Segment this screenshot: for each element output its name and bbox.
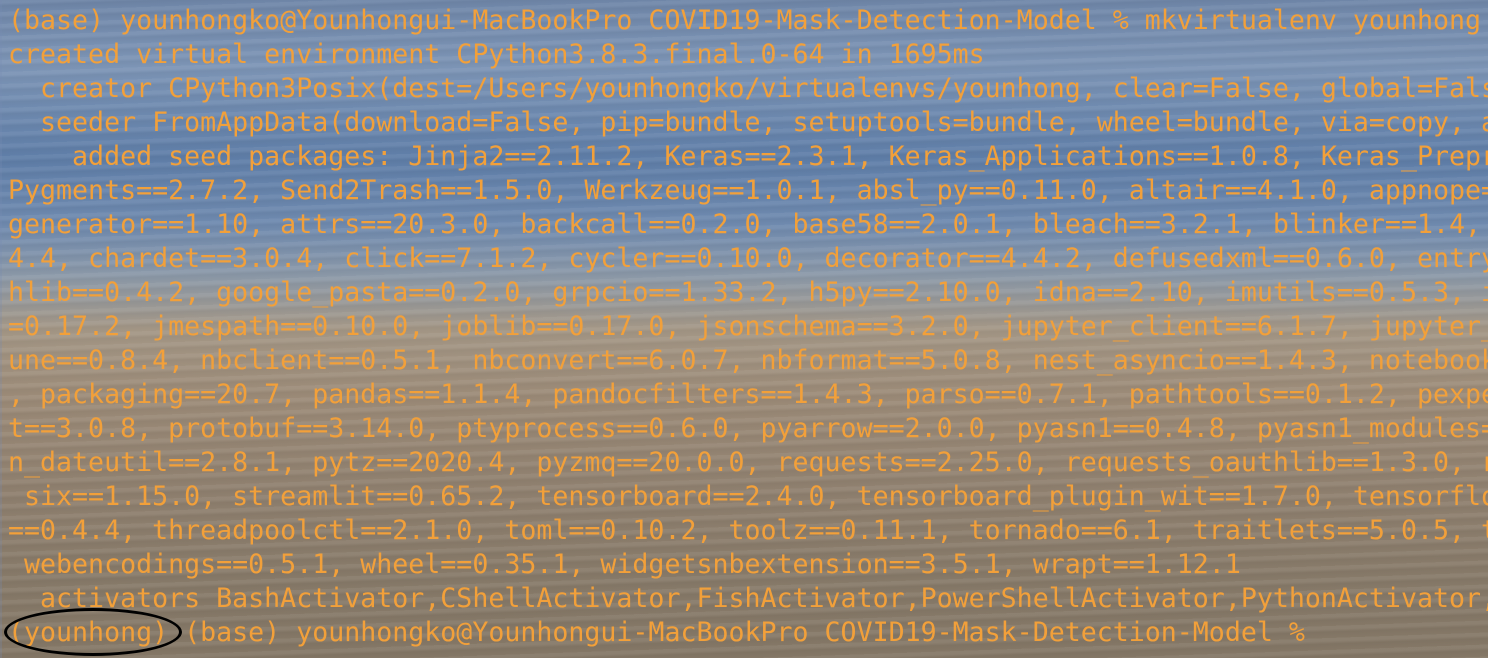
terminal-line: activators BashActivator,CShellActivator… [8, 583, 1488, 614]
terminal-line: 4.4, chardet==3.0.4, click==7.1.2, cycle… [8, 243, 1488, 274]
terminal-line: t==3.0.8, protobuf==3.14.0, ptyprocess==… [8, 413, 1488, 444]
terminal-line: Pygments==2.7.2, Send2Trash==1.5.0, Werk… [8, 175, 1488, 206]
terminal-line: created virtual environment CPython3.8.3… [8, 39, 985, 70]
terminal-line-prompt-command: (base) younhongko@Younhongui-MacBookPro … [8, 5, 1481, 36]
terminal-line: n_dateutil==2.8.1, pytz==2020.4, pyzmq==… [8, 447, 1488, 478]
terminal-line: ==0.4.4, threadpoolctl==2.1.0, toml==0.1… [8, 515, 1488, 546]
terminal-line: une==0.8.4, nbclient==0.5.1, nbconvert==… [8, 345, 1488, 376]
left-edge-bar [0, 0, 2, 658]
terminal-line: six==1.15.0, streamlit==0.65.2, tensorbo… [8, 481, 1488, 512]
terminal-prompt-line[interactable]: (younhong) (base) younhongko@Younhongui-… [8, 616, 1488, 650]
terminal-line: , packaging==20.7, pandas==1.1.4, pandoc… [8, 379, 1488, 410]
terminal-line: hlib==0.4.2, google_pasta==0.2.0, grpcio… [8, 277, 1488, 308]
terminal-line: added seed packages: Jinja2==2.11.2, Ker… [8, 141, 1488, 172]
terminal-line: =0.17.2, jmespath==0.10.0, joblib==0.17.… [8, 311, 1488, 342]
terminal-line: generator==1.10, attrs==20.3.0, backcall… [8, 209, 1481, 240]
terminal-line: creator CPython3Posix(dest=/Users/younho… [8, 73, 1488, 104]
terminal-line: seeder FromAppData(download=False, pip=b… [8, 107, 1488, 138]
terminal-line: webencodings==0.5.1, wheel==0.35.1, widg… [8, 549, 1241, 580]
terminal-output: (base) younhongko@Younhongui-MacBookPro … [8, 4, 1488, 650]
terminal-window[interactable]: (base) younhongko@Younhongui-MacBookPro … [0, 0, 1488, 658]
